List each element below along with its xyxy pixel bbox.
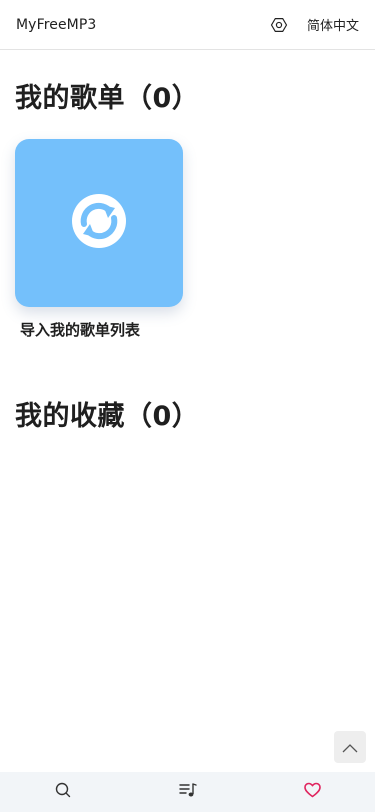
- gear-icon[interactable]: [269, 15, 289, 35]
- back-to-top-button[interactable]: [334, 731, 366, 763]
- app-root: MyFreeMP3 简体中文 我的歌单（0） 导入我的歌单列表 我的收藏（0）: [0, 0, 375, 812]
- favorites-title: 我的收藏（0）: [15, 401, 200, 432]
- brand-title[interactable]: MyFreeMP3: [16, 17, 96, 33]
- import-tile[interactable]: [15, 139, 183, 307]
- import-playlist-card[interactable]: 导入我的歌单列表: [15, 139, 183, 340]
- search-icon: [55, 782, 71, 802]
- playlists-title: 我的歌单（0）: [15, 83, 200, 114]
- language-selector[interactable]: 简体中文: [307, 15, 359, 34]
- chevron-up-icon: [342, 738, 358, 757]
- nav-playlist[interactable]: [168, 772, 208, 812]
- header-actions: 简体中文: [269, 15, 359, 35]
- music-list-icon: [178, 782, 197, 802]
- bottom-nav: [0, 772, 375, 812]
- nav-search[interactable]: [43, 772, 83, 812]
- nav-favorites[interactable]: [293, 772, 333, 812]
- sync-icon: [72, 194, 126, 252]
- import-playlist-label[interactable]: 导入我的歌单列表: [15, 319, 183, 340]
- top-bar: MyFreeMP3 简体中文: [0, 0, 375, 50]
- heart-icon: [304, 782, 321, 802]
